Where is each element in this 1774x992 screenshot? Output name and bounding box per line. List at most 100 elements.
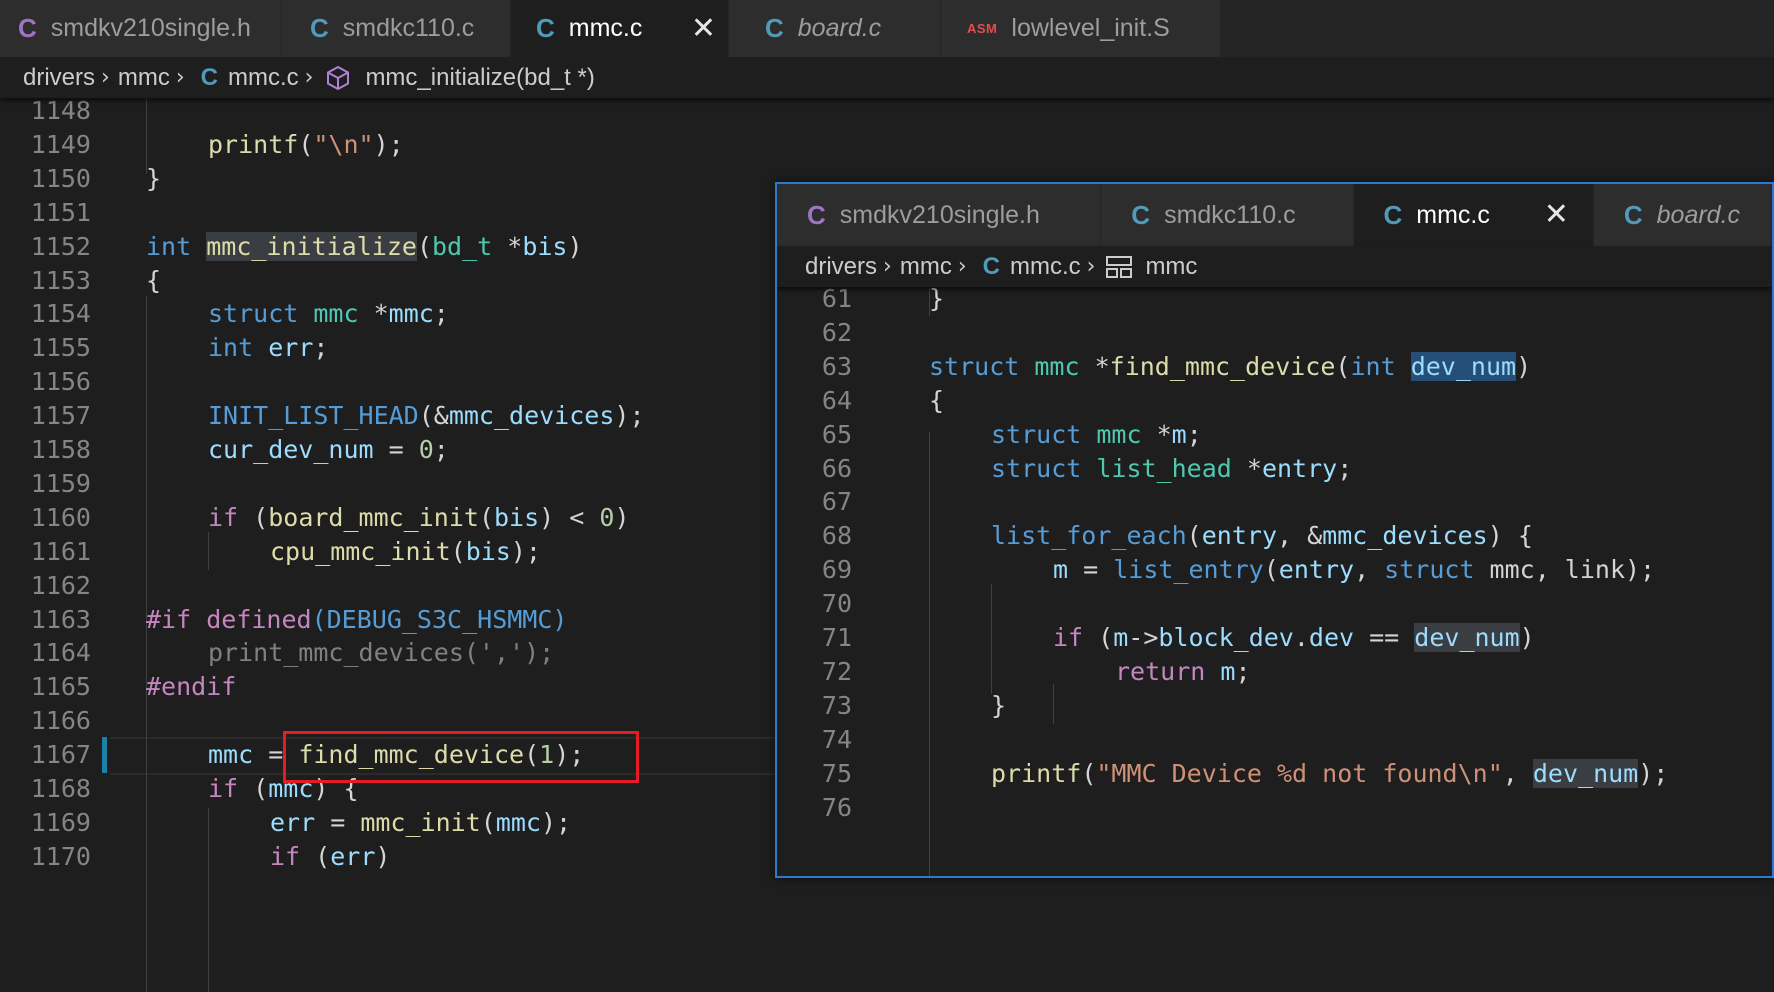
code-token: ); [373,129,404,159]
line-number: 1149 [30,129,91,159]
line-number: 1152 [30,231,91,261]
peek-editor-window[interactable]: C smdkv210single.h C smdkc110.c C mmc.c … [775,182,1774,878]
c-file-icon: C [536,13,555,43]
code-line[interactable]: 64 { [777,382,1772,420]
code-text: } [991,687,1006,725]
line-number: 1164 [30,638,91,668]
code-token: err [330,841,376,871]
line-number: 1161 [30,536,91,566]
code-token: } [146,163,162,193]
code-text: if (err) [270,838,390,876]
code-token: ) { [1487,521,1533,551]
code-token: 0 [599,502,615,532]
breadcrumb-symbol[interactable]: mmc_initialize(bd_t *) [365,64,594,92]
code-line[interactable]: 68 list_for_each(entry, &mmc_devices) { [777,517,1772,555]
breadcrumb-file[interactable]: mmc.c [228,64,299,92]
code-line[interactable]: 76 [777,789,1772,827]
peek-code-editor[interactable]: 61} 62 63 struct mmc *find_mmc_device(int d… [777,288,1772,876]
c-file-icon: C [807,199,826,230]
code-text: int err; [208,329,328,367]
code-line[interactable]: 69 m = list_entry(entry, struct mmc, link… [777,551,1772,589]
tab-label: smdkc110.c [1164,200,1296,229]
code-line[interactable]: 63 struct mmc *find_mmc_device(int dev_nu… [777,348,1772,386]
code-token: entry [1278,555,1355,585]
code-line[interactable]: 66 struct list_head *entry; [777,450,1772,488]
code-token: m [1171,419,1187,449]
code-token: dev_num [1410,351,1517,381]
code-token: ; [1235,656,1251,686]
code-token: mmc [208,740,254,770]
code-text: return m; [1115,653,1251,691]
breadcrumb: drivers › mmc › C mmc.c › mmc_initialize… [0,57,1774,98]
code-line[interactable]: 74 [777,721,1772,759]
peek-tab-smdkv210single-h[interactable]: C smdkv210single.h [777,184,1102,246]
tab-label: board.c [1656,200,1741,229]
peek-tab-smdkc110-c[interactable]: C smdkc110.c [1101,184,1354,246]
line-number: 69 [821,555,852,585]
code-token: #if [146,604,192,634]
close-tab-icon[interactable]: ✕ [1544,200,1569,230]
code-line[interactable]: 72 return m; [777,653,1772,691]
peek-tab-board-c[interactable]: C board.c [1593,184,1772,246]
code-line[interactable]: 67 [777,483,1772,521]
code-token: ); [1638,758,1669,788]
line-number: 70 [821,589,852,619]
breadcrumb-folder-mmc[interactable]: mmc [900,253,952,281]
code-text: int mmc_initialize(bd_t *bis) [146,228,583,266]
code-line[interactable]: 73} [777,687,1772,725]
line-number: 74 [821,724,852,754]
code-token: dev_num [1532,758,1639,788]
code-text: struct mmc *mmc; [208,295,449,333]
code-token: entry [1261,453,1338,483]
line-number: 65 [821,419,852,449]
code-text: if (m->block_dev.dev == dev_num) [1053,619,1535,657]
breadcrumb-file[interactable]: mmc.c [1010,253,1081,281]
code-line[interactable]: 62 [777,314,1772,352]
code-line[interactable]: 65 struct mmc *m; [777,416,1772,454]
code-line[interactable]: 71 if (m->block_dev.dev == dev_num) [777,619,1772,657]
tab-board-c[interactable]: C board.c [729,0,941,57]
main-tab-bar: C smdkv210single.h C smdkc110.c C mmc.c … [0,0,1774,57]
c-file-icon: C [310,13,329,43]
code-token: print_mmc_devices(','); [208,638,555,668]
tab-smdkc110-c[interactable]: C smdkc110.c [282,0,511,57]
code-token: ( [416,231,432,261]
code-token: , [1354,555,1385,585]
peek-tab-mmc-c[interactable]: C mmc.c ✕ [1353,184,1594,246]
code-text: #endif [146,668,236,706]
code-token: struct [991,419,1082,449]
line-number: 1156 [30,367,91,397]
code-text: print_mmc_devices(','); [208,634,554,672]
code-token: mmc_devices [1322,521,1488,551]
code-line[interactable]: 1149 printf("\n"); [0,126,1774,164]
code-line[interactable]: 75 printf("MMC Device %d not found\n", de… [777,755,1772,793]
code-token: struct [208,299,299,329]
chevron-right-icon: › [101,65,110,90]
tab-smdkv210single-h[interactable]: C smdkv210single.h [0,0,282,57]
code-token: err [268,333,314,363]
close-tab-icon[interactable]: ✕ [691,13,716,44]
breadcrumb-folder-mmc[interactable]: mmc [118,64,170,92]
code-text: struct list_head *entry; [991,450,1352,488]
tab-lowlevel-init-s[interactable]: ASM lowlevel_init.S [941,0,1221,57]
code-text: printf("MMC Device %d not found\n", dev_… [991,755,1668,793]
code-token: ; [1186,419,1202,449]
code-token: ( [1083,623,1114,652]
code-token: mmc_init [360,807,481,837]
tab-mmc-c[interactable]: C mmc.c ✕ [511,0,729,57]
code-token: { [146,265,162,295]
tab-label: lowlevel_init.S [1011,14,1170,42]
line-number: 76 [821,792,852,822]
code-token: } [929,288,945,313]
breadcrumb-folder-drivers[interactable]: drivers [805,253,877,281]
code-token: * [1141,419,1172,449]
breadcrumb-folder-drivers[interactable]: drivers [23,64,95,92]
tab-label: smdkc110.c [342,14,475,42]
code-line[interactable]: 70 [777,585,1772,623]
code-token: mmc [1034,351,1080,381]
line-number: 1160 [30,502,91,532]
line-number: 1167 [30,740,91,770]
breadcrumb-symbol[interactable]: mmc [1145,253,1197,281]
code-text: struct mmc *find_mmc_device(int dev_num) [929,348,1531,386]
